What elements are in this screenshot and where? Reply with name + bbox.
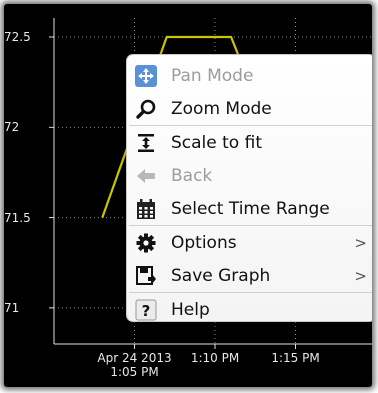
- svg-text:?: ?: [142, 302, 151, 320]
- zoom-icon: [135, 98, 157, 120]
- menu-item-label: Help: [171, 299, 210, 320]
- menu-item-select-time-range[interactable]: Select Time Range: [127, 192, 372, 225]
- menu-item-scale-to-fit[interactable]: Scale to fit: [127, 126, 372, 159]
- pan-icon: [135, 64, 157, 87]
- menu-item-help[interactable]: ? Help: [127, 293, 372, 326]
- y-tick-label: 71.5: [4, 210, 31, 225]
- help-icon: ?: [135, 299, 157, 321]
- x-tick-label: 1:15 PM: [271, 351, 320, 365]
- menu-item-back[interactable]: Back: [127, 159, 372, 192]
- scale-to-fit-icon: [135, 132, 157, 154]
- gear-icon: [135, 232, 157, 254]
- menu-item-options[interactable]: Options >: [127, 226, 372, 259]
- menu-item-label: Zoom Mode: [171, 98, 272, 119]
- save-icon: [135, 265, 157, 287]
- graph-panel[interactable]: 72.5 72 71.5 71 Apr 24 2013 1:05 PM 1:10 PM 1:1…: [4, 4, 372, 387]
- x-tick-label: 1:10 PM: [190, 351, 240, 365]
- context-menu: Pan Mode Zoom Mode Scale to fit Back Sel…: [126, 54, 372, 322]
- submenu-arrow-icon: >: [354, 266, 367, 285]
- menu-item-label: Back: [171, 165, 213, 186]
- menu-item-save-graph[interactable]: Save Graph >: [127, 259, 372, 292]
- menu-item-zoom-mode[interactable]: Zoom Mode: [127, 92, 372, 125]
- menu-item-label: Options: [171, 232, 237, 253]
- y-tick-label: 72: [4, 120, 20, 135]
- back-icon: [135, 165, 157, 187]
- menu-item-label: Pan Mode: [171, 65, 254, 86]
- x-tick-label: Apr 24 2013 1:05 PM: [97, 351, 172, 379]
- calendar-icon: [135, 198, 157, 220]
- menu-item-label: Select Time Range: [171, 198, 330, 219]
- menu-item-label: Scale to fit: [171, 132, 262, 153]
- submenu-arrow-icon: >: [354, 233, 367, 252]
- y-tick-label: 71: [4, 300, 20, 315]
- menu-item-label: Save Graph: [171, 265, 271, 286]
- y-tick-label: 72.5: [4, 30, 31, 45]
- menu-item-pan-mode[interactable]: Pan Mode: [127, 59, 372, 92]
